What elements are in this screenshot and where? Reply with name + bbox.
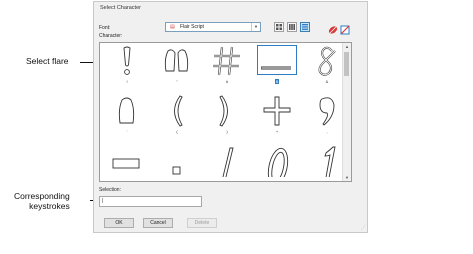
- left-paren-glyph: [174, 95, 183, 127]
- scroll-thumb[interactable]: [344, 52, 349, 76]
- grid-small-icon: [302, 24, 308, 30]
- character-cell[interactable]: [104, 143, 150, 181]
- slash-glyph: [222, 147, 234, 177]
- character-caption: (: [176, 129, 178, 134]
- character-cell[interactable]: #: [204, 43, 250, 89]
- character-caption: ): [226, 129, 228, 134]
- color-palette-icon: [328, 26, 338, 34]
- exclamation-glyph: [123, 46, 131, 75]
- comma-glyph: [319, 97, 335, 126]
- small-icons-view-button[interactable]: [300, 22, 310, 32]
- character-caption: $: [254, 79, 300, 84]
- plus-glyph: [263, 96, 291, 126]
- double-quote-glyph: [164, 49, 189, 72]
- dash-glyph: [112, 158, 140, 169]
- medium-icons-view-button[interactable]: [287, 22, 297, 32]
- ok-button[interactable]: OK: [104, 218, 134, 228]
- zero-glyph: [267, 147, 289, 177]
- apostrophe-glyph: [118, 97, 135, 124]
- grid-medium-icon: [289, 24, 295, 30]
- character-caption: ': [126, 129, 128, 134]
- character-caption: #: [225, 79, 229, 84]
- callout-line-2: keystrokes: [29, 201, 70, 211]
- character-cell[interactable]: +: [254, 93, 300, 139]
- font-select[interactable]: ▤ Flair Script ▼: [165, 22, 261, 32]
- cancel-button[interactable]: Cancel: [143, 218, 173, 228]
- corresponding-keystrokes-callout: Corresponding keystrokes: [14, 191, 70, 211]
- dialog-title: Select Character: [100, 5, 141, 11]
- ampersand-glyph: [318, 46, 336, 76]
- character-label: Character:: [99, 33, 123, 39]
- hash-glyph: [213, 46, 240, 76]
- outline-color-button[interactable]: [340, 22, 350, 35]
- selected-caption: $: [274, 79, 280, 84]
- character-cell[interactable]: (: [154, 93, 200, 139]
- character-grid: ! " # $ & ' ( ) + , ▲ ▼: [99, 42, 352, 182]
- character-caption: ": [176, 79, 178, 84]
- period-glyph: [172, 166, 181, 175]
- selection-label: Selection:: [99, 187, 121, 193]
- one-glyph: [324, 146, 336, 177]
- selection-field[interactable]: |: [99, 196, 202, 207]
- scroll-down-icon[interactable]: ▼: [343, 174, 351, 181]
- font-select-value: Flair Script: [180, 24, 204, 30]
- vertical-scrollbar[interactable]: ▲ ▼: [342, 43, 351, 181]
- right-paren-glyph: [219, 95, 228, 127]
- character-cell[interactable]: [204, 143, 250, 181]
- character-cell[interactable]: ": [154, 43, 200, 89]
- select-flare-callout: Select flare: [26, 56, 69, 66]
- character-cell[interactable]: !: [104, 43, 150, 89]
- resize-grip-icon[interactable]: ⋰: [361, 225, 366, 231]
- callout-line-1: Corresponding: [14, 191, 70, 201]
- character-caption: !: [126, 79, 128, 84]
- outline-palette-icon: [340, 25, 350, 35]
- character-cell-selected[interactable]: $: [254, 43, 300, 89]
- character-cell[interactable]: ): [204, 93, 250, 139]
- grid-large-icon: [276, 24, 282, 30]
- character-cell[interactable]: [154, 143, 200, 181]
- script-font-icon: ▤: [170, 24, 175, 30]
- color-fill-button[interactable]: [328, 22, 338, 34]
- select-character-dialog: Select Character Font: ▤ Flair Script ▼ …: [93, 1, 368, 233]
- delete-button[interactable]: Delete: [187, 218, 217, 228]
- flare-glyph: [261, 66, 291, 70]
- font-label: Font:: [99, 25, 111, 31]
- large-icons-view-button[interactable]: [274, 22, 284, 32]
- character-cell[interactable]: [254, 143, 300, 181]
- scroll-up-icon[interactable]: ▲: [343, 43, 351, 50]
- character-caption: +: [275, 129, 279, 134]
- character-cell[interactable]: ': [104, 93, 150, 139]
- chevron-down-icon[interactable]: ▼: [251, 23, 260, 31]
